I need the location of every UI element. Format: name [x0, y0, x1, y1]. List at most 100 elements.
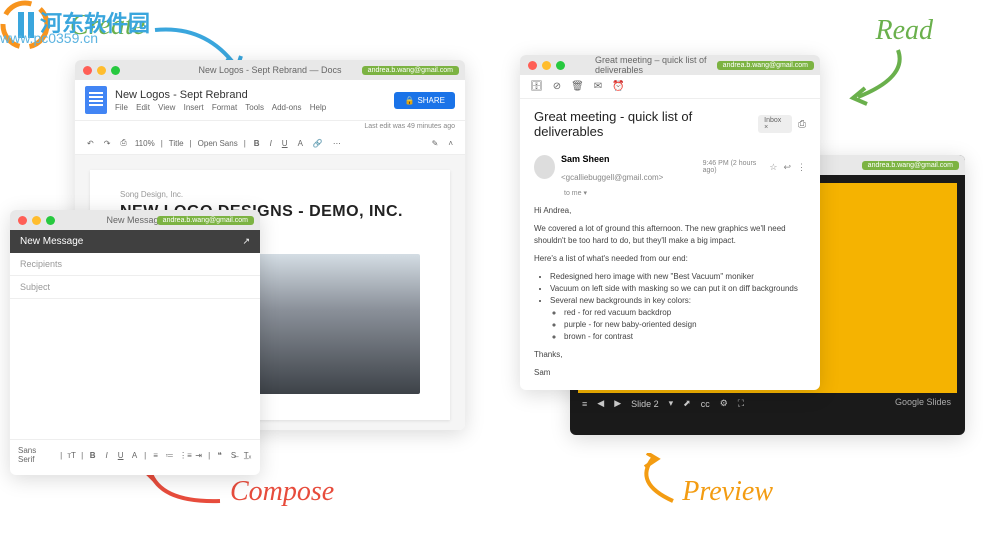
delete-icon[interactable]: 🗑 — [571, 81, 584, 92]
read-closing-name: Sam — [534, 367, 806, 379]
docs-titlebar: New Logos - Sept Rebrand — Docs andrea.b… — [75, 60, 465, 80]
undo-icon[interactable]: ↶ — [85, 137, 96, 150]
print-icon[interactable]: ⎙ — [118, 136, 128, 150]
menu-help[interactable]: Help — [310, 103, 326, 112]
compose-window-title: New Message — [106, 215, 163, 225]
menu-addons[interactable]: Add-ons — [272, 103, 302, 112]
bold-icon[interactable]: B — [88, 451, 97, 460]
slides-account-badge[interactable]: andrea.b.wang@gmail.com — [862, 161, 959, 170]
print-icon[interactable]: ⎙ — [798, 119, 806, 130]
subject-field[interactable]: Subject — [10, 276, 260, 299]
inbox-badge[interactable]: Inbox × — [758, 115, 792, 133]
star-icon[interactable]: ☆ — [769, 162, 777, 173]
unread-icon[interactable]: ✉ — [594, 81, 602, 92]
font-size-icon[interactable]: тT — [67, 451, 76, 460]
read-p2: Here's a list of what's needed from our … — [534, 253, 806, 265]
font-select[interactable]: Sans Serif — [18, 446, 51, 464]
captions-icon[interactable]: cc — [701, 399, 710, 409]
read-body: Hi Andrea, We covered a lot of ground th… — [520, 197, 820, 390]
docs-account-badge[interactable]: andrea.b.wang@gmail.com — [362, 66, 459, 75]
text-color-icon[interactable]: A — [296, 137, 305, 150]
compose-header-label: New Message — [20, 236, 83, 247]
more-icon[interactable]: ⋮ — [797, 162, 806, 173]
menu-tools[interactable]: Tools — [245, 103, 264, 112]
minimize-icon[interactable] — [542, 61, 551, 70]
close-icon[interactable] — [528, 61, 537, 70]
align-icon[interactable]: ≡ — [151, 451, 160, 460]
docs-company: Song Design, Inc. — [120, 190, 420, 199]
read-window: Great meeting – quick list of deliverabl… — [520, 55, 820, 390]
read-p1: We covered a lot of ground this afternoo… — [534, 223, 806, 247]
underline-icon[interactable]: U — [280, 137, 290, 150]
sender-email: <gcalliebuggell@gmail.com> — [561, 173, 663, 182]
maximize-icon[interactable] — [556, 61, 565, 70]
spam-icon[interactable]: ⊘ — [553, 81, 561, 92]
recipients-field[interactable]: Recipients — [10, 253, 260, 276]
docs-app-icon[interactable] — [85, 86, 107, 114]
archive-icon[interactable]: 🗄 — [530, 81, 543, 92]
strikethrough-icon[interactable]: S̶ — [229, 451, 238, 460]
indent-icon[interactable]: ⇥ — [194, 451, 203, 460]
redo-icon[interactable]: ↷ — [102, 137, 113, 150]
label-compose: Compose — [230, 476, 334, 508]
link-icon[interactable]: 🔗 — [311, 137, 325, 150]
reply-icon[interactable]: ↩ — [783, 162, 791, 173]
slide-number[interactable]: Slide 2 — [631, 399, 659, 409]
italic-icon[interactable]: I — [102, 451, 111, 460]
more-icon[interactable]: ⋯ — [331, 137, 343, 150]
text-color-icon[interactable]: A — [130, 451, 139, 460]
play-icon[interactable]: ▶ — [614, 398, 621, 409]
compose-titlebar: New Message andrea.b.wang@gmail.com — [10, 210, 260, 230]
read-toolbar: 🗄 ⊘ 🗑 ✉ ⏰ — [520, 75, 820, 99]
read-account-badge[interactable]: andrea.b.wang@gmail.com — [717, 61, 814, 70]
prev-icon[interactable]: ◀ — [597, 398, 604, 409]
sender-avatar[interactable] — [534, 155, 555, 179]
fullscreen-icon[interactable]: ⛶ — [738, 398, 744, 409]
style-select[interactable]: Title — [169, 139, 184, 148]
watermark-url: www.pc0359.cn — [0, 30, 98, 46]
share-button[interactable]: 🔒 SHARE — [394, 92, 455, 109]
snooze-icon[interactable]: ⏰ — [612, 81, 624, 92]
maximize-icon[interactable] — [111, 66, 120, 75]
pointer-icon[interactable]: ⬈ — [683, 398, 691, 409]
list-numbered-icon[interactable]: ≔ — [165, 451, 174, 460]
minimize-icon[interactable] — [32, 216, 41, 225]
menu-insert[interactable]: Insert — [184, 103, 204, 112]
font-select[interactable]: Open Sans — [198, 139, 238, 148]
popout-icon[interactable]: ↗ — [242, 236, 250, 247]
chevron-down-icon[interactable]: ▾ — [669, 398, 674, 409]
label-preview: Preview — [682, 476, 773, 508]
italic-icon[interactable]: I — [268, 137, 274, 150]
read-time: 9:46 PM (2 hours ago) — [703, 160, 764, 174]
lock-icon: 🔒 — [404, 96, 414, 105]
quote-icon[interactable]: ❝ — [215, 451, 224, 460]
docs-menu: File Edit View Insert Format Tools Add-o… — [115, 103, 386, 112]
docs-last-edit: Last edit was 49 minutes ago — [75, 121, 465, 132]
compose-body[interactable] — [10, 299, 260, 439]
settings-icon[interactable]: ⚙ — [720, 398, 728, 409]
menu-format[interactable]: Format — [212, 103, 237, 112]
compose-account-badge[interactable]: andrea.b.wang@gmail.com — [157, 216, 254, 225]
underline-icon[interactable]: U — [116, 451, 125, 460]
list-bullet-icon[interactable]: ⋮≡ — [179, 451, 189, 460]
minimize-icon[interactable] — [97, 66, 106, 75]
clear-format-icon[interactable]: T̲ₓ — [243, 451, 252, 460]
compose-header: New Message ↗ — [10, 230, 260, 253]
read-to: to me ▾ — [520, 189, 820, 197]
zoom-select[interactable]: 110% — [135, 139, 155, 148]
close-icon[interactable] — [18, 216, 27, 225]
menu-edit[interactable]: Edit — [136, 103, 150, 112]
slides-brand: Google Slides — [895, 397, 951, 407]
read-greeting: Hi Andrea, — [534, 205, 806, 217]
chevron-up-icon[interactable]: ˄ — [446, 137, 455, 150]
slides-controls: ≡ ◀ ▶ Slide 2 ▾ ⬈ cc ⚙ ⛶ — [582, 398, 744, 409]
menu-file[interactable]: File — [115, 103, 128, 112]
menu-view[interactable]: View — [158, 103, 175, 112]
docs-title[interactable]: New Logos - Sept Rebrand — [115, 89, 386, 101]
bold-icon[interactable]: B — [252, 137, 262, 150]
list-item: purple - for new baby-oriented design — [564, 319, 806, 331]
menu-icon[interactable]: ≡ — [582, 399, 587, 409]
close-icon[interactable] — [83, 66, 92, 75]
editing-mode-icon[interactable]: ✎ — [430, 137, 441, 150]
maximize-icon[interactable] — [46, 216, 55, 225]
